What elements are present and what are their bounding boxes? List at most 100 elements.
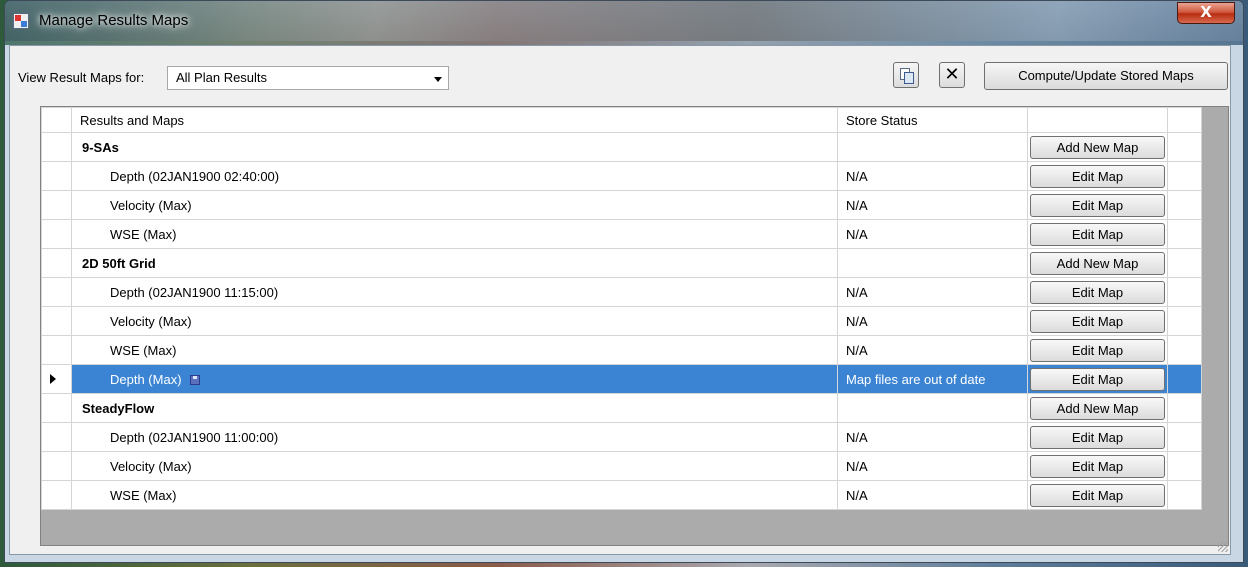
edit-map-button[interactable]: Edit Map xyxy=(1030,309,1165,333)
store-status-cell: N/A xyxy=(837,306,1028,336)
edit-map-button[interactable]: Edit Map xyxy=(1030,425,1165,449)
table-body: 9-SAs Add New Map Depth (02JAN1900 02:40:0… xyxy=(41,132,1202,510)
result-name-cell[interactable]: 2D 50ft Grid xyxy=(71,248,838,278)
clear-button[interactable]: ✕ xyxy=(939,62,965,88)
column-header-results-and-maps[interactable]: Results and Maps xyxy=(71,107,838,133)
edit-map-button[interactable]: Edit Map xyxy=(1030,454,1165,478)
edit-map-button[interactable]: Edit Map xyxy=(1030,193,1165,217)
view-result-maps-label: View Result Maps for: xyxy=(18,70,145,85)
app-icon xyxy=(13,13,29,29)
result-name-cell[interactable]: Depth (02JAN1900 11:15:00) xyxy=(71,277,838,307)
filler-cell xyxy=(1167,161,1202,191)
copy-icon xyxy=(900,68,914,84)
group-row[interactable]: SteadyFlow Add New Map xyxy=(41,393,1202,423)
store-status-cell: N/A xyxy=(837,161,1028,191)
result-name-cell[interactable]: WSE (Max) xyxy=(71,219,838,249)
current-row-arrow-icon xyxy=(50,374,56,384)
result-name: 9-SAs xyxy=(82,139,119,155)
action-cell: Edit Map xyxy=(1027,277,1168,307)
edit-map-button[interactable]: Edit Map xyxy=(1030,222,1165,246)
row-header[interactable] xyxy=(41,422,72,452)
close-button[interactable]: X xyxy=(1177,2,1235,24)
row-header[interactable] xyxy=(41,393,72,423)
column-header-action[interactable] xyxy=(1027,107,1168,133)
row-header[interactable] xyxy=(41,161,72,191)
resize-grip[interactable] xyxy=(1218,542,1228,552)
action-cell: Edit Map xyxy=(1027,161,1168,191)
edit-map-button[interactable]: Edit Map xyxy=(1030,483,1165,507)
result-name-cell[interactable]: SteadyFlow xyxy=(71,393,838,423)
add-new-map-button[interactable]: Add New Map xyxy=(1030,135,1165,159)
compute-update-stored-maps-button[interactable]: Compute/Update Stored Maps xyxy=(984,62,1228,90)
clear-icon: ✕ xyxy=(944,64,960,85)
filler-cell xyxy=(1167,480,1202,510)
filler-cell xyxy=(1167,248,1202,278)
result-name-cell[interactable]: Velocity (Max) xyxy=(71,306,838,336)
edit-map-button[interactable]: Edit Map xyxy=(1030,367,1165,391)
result-name-cell[interactable]: WSE (Max) xyxy=(71,335,838,365)
edit-map-button[interactable]: Edit Map xyxy=(1030,280,1165,304)
table-row[interactable]: WSE (Max) N/A Edit Map xyxy=(41,480,1202,510)
table-row[interactable]: WSE (Max) N/A Edit Map xyxy=(41,335,1202,365)
table-row[interactable]: Depth (Max) Map files are out of date Edit… xyxy=(41,364,1202,394)
filler-cell xyxy=(1167,190,1202,220)
result-name-cell[interactable]: 9-SAs xyxy=(71,132,838,162)
column-header-filler xyxy=(1167,107,1202,133)
result-name-cell[interactable]: WSE (Max) xyxy=(71,480,838,510)
result-name-cell[interactable]: Velocity (Max) xyxy=(71,451,838,481)
row-header[interactable] xyxy=(41,364,72,394)
row-header[interactable] xyxy=(41,480,72,510)
row-header[interactable] xyxy=(41,219,72,249)
save-icon xyxy=(189,375,200,386)
title-bar[interactable]: Manage Results Maps X xyxy=(5,1,1243,41)
result-name: WSE (Max) xyxy=(110,342,177,358)
table-row[interactable]: Velocity (Max) N/A Edit Map xyxy=(41,190,1202,220)
filler-cell xyxy=(1167,335,1202,365)
filler-cell xyxy=(1167,451,1202,481)
row-header[interactable] xyxy=(41,451,72,481)
action-cell: Edit Map xyxy=(1027,306,1168,336)
table-row[interactable]: Velocity (Max) N/A Edit Map xyxy=(41,451,1202,481)
row-header[interactable] xyxy=(41,132,72,162)
filler-cell xyxy=(1167,219,1202,249)
filler-cell xyxy=(1167,132,1202,162)
result-name: Depth (Max) xyxy=(110,371,182,387)
action-cell: Edit Map xyxy=(1027,451,1168,481)
result-name-cell[interactable]: Depth (02JAN1900 02:40:00) xyxy=(71,161,838,191)
store-status-cell: Map files are out of date xyxy=(837,364,1028,394)
store-status-cell: N/A xyxy=(837,219,1028,249)
result-name-cell[interactable]: Velocity (Max) xyxy=(71,190,838,220)
table-row[interactable]: WSE (Max) N/A Edit Map xyxy=(41,219,1202,249)
view-result-maps-select[interactable]: All Plan Results xyxy=(167,66,449,90)
action-cell: Add New Map xyxy=(1027,248,1168,278)
action-cell: Edit Map xyxy=(1027,480,1168,510)
edit-map-button[interactable]: Edit Map xyxy=(1030,338,1165,362)
add-new-map-button[interactable]: Add New Map xyxy=(1030,251,1165,275)
copy-button[interactable] xyxy=(893,62,919,88)
group-row[interactable]: 9-SAs Add New Map xyxy=(41,132,1202,162)
row-header[interactable] xyxy=(41,190,72,220)
store-status-cell: N/A xyxy=(837,190,1028,220)
action-cell: Edit Map xyxy=(1027,364,1168,394)
group-row[interactable]: 2D 50ft Grid Add New Map xyxy=(41,248,1202,278)
result-name-cell[interactable]: Depth (Max) xyxy=(71,364,838,394)
row-header[interactable] xyxy=(41,335,72,365)
row-header[interactable] xyxy=(41,248,72,278)
row-header[interactable] xyxy=(41,306,72,336)
table-row[interactable]: Velocity (Max) N/A Edit Map xyxy=(41,306,1202,336)
dialog-body: View Result Maps for: All Plan Results ✕… xyxy=(9,45,1231,555)
result-name-cell[interactable]: Depth (02JAN1900 11:00:00) xyxy=(71,422,838,452)
results-maps-grid[interactable]: Results and Maps Store Status 9-SAs Add N… xyxy=(40,106,1229,546)
edit-map-button[interactable]: Edit Map xyxy=(1030,164,1165,188)
column-header-store-status[interactable]: Store Status xyxy=(837,107,1028,133)
table-row[interactable]: Depth (02JAN1900 02:40:00) N/A Edit Map xyxy=(41,161,1202,191)
table-row[interactable]: Depth (02JAN1900 11:00:00) N/A Edit Map xyxy=(41,422,1202,452)
row-header[interactable] xyxy=(41,277,72,307)
table-header-row: Results and Maps Store Status xyxy=(41,107,1202,133)
table-row[interactable]: Depth (02JAN1900 11:15:00) N/A Edit Map xyxy=(41,277,1202,307)
action-cell: Edit Map xyxy=(1027,219,1168,249)
action-cell: Add New Map xyxy=(1027,393,1168,423)
filler-cell xyxy=(1167,393,1202,423)
chevron-down-icon xyxy=(434,77,442,82)
add-new-map-button[interactable]: Add New Map xyxy=(1030,396,1165,420)
